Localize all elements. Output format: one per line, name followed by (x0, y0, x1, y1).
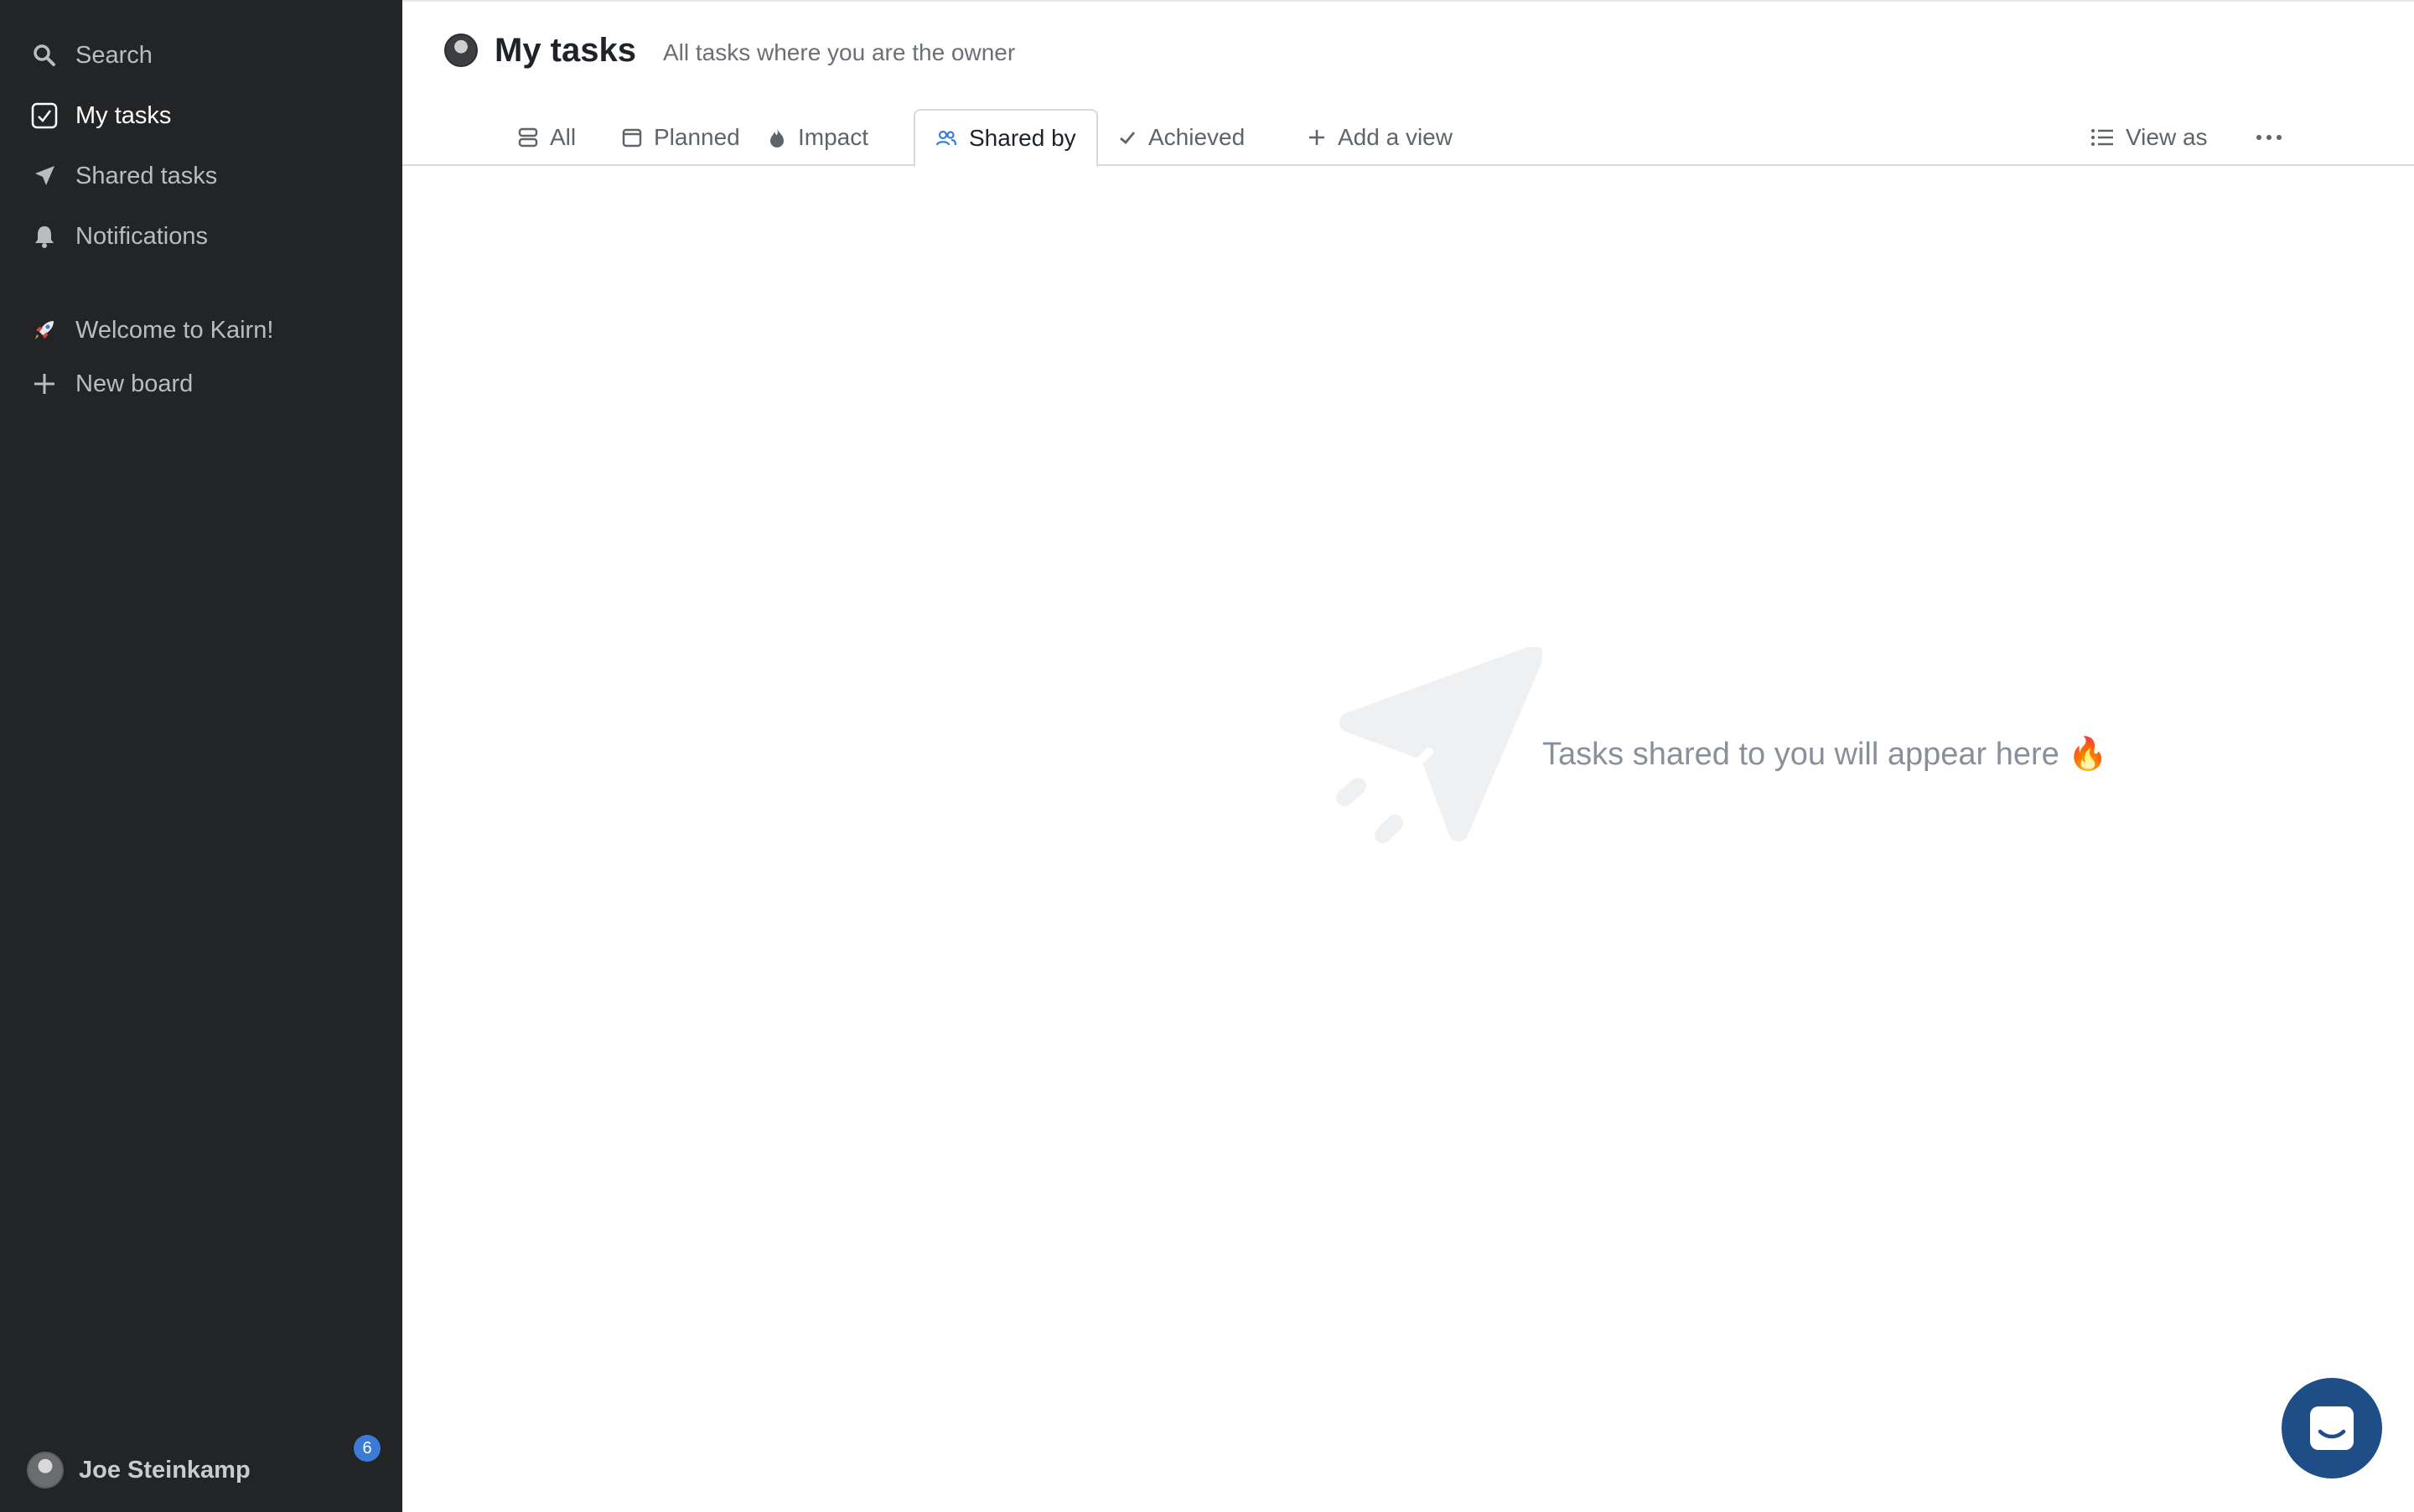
board-welcome[interactable]: Welcome to Kairn! (30, 307, 273, 354)
chat-icon (2310, 1406, 2354, 1450)
add-view-button[interactable]: Add a view (1287, 109, 1473, 166)
sidebar-item-label: My tasks (75, 101, 172, 129)
board-label: Welcome to Kairn! (75, 316, 274, 344)
users-icon (935, 129, 957, 148)
search-icon (30, 41, 59, 70)
tab-achieved[interactable]: Achieved (1098, 109, 1265, 166)
view-as-button[interactable]: View as (2070, 109, 2228, 166)
page-title: My tasks (495, 31, 636, 69)
sidebar-item-shared-tasks[interactable]: Shared tasks (30, 153, 217, 199)
tab-label: Impact (798, 124, 869, 150)
paper-plane-illustration (1336, 647, 1542, 843)
board-label: New board (75, 370, 194, 397)
tab-label: Planned (654, 124, 740, 150)
sidebar-item-label: Search (75, 41, 153, 69)
user-profile[interactable]: Joe Steinkamp (27, 1447, 251, 1494)
checkbox-icon (30, 101, 59, 130)
paper-plane-icon (30, 162, 59, 190)
sidebar-item-label: Notifications (75, 222, 208, 250)
tab-label: Add a view (1338, 124, 1453, 150)
check-icon (1118, 128, 1137, 147)
tab-all[interactable]: All (498, 109, 596, 166)
tab-label: Achieved (1148, 124, 1246, 150)
main-content: My tasks All tasks where you are the own… (402, 0, 2414, 1512)
page-subtitle: All tasks where you are the owner (662, 39, 1016, 65)
sidebar-item-my-tasks[interactable]: My tasks (30, 92, 171, 139)
ellipsis-icon (2255, 133, 2283, 142)
stack-icon (518, 127, 538, 148)
sidebar-item-notifications[interactable]: Notifications (30, 213, 208, 260)
page-header: My tasks All tasks where you are the own… (444, 25, 1015, 75)
tab-shared-by[interactable]: Shared by (914, 109, 1098, 168)
notification-badge: 6 (354, 1435, 381, 1462)
chat-support-button[interactable] (2282, 1378, 2382, 1478)
new-board-button[interactable]: New board (30, 360, 193, 407)
empty-state: Tasks shared to you will appear here 🔥 (1333, 647, 2108, 857)
view-as-label: View as (2126, 124, 2208, 150)
tab-impact[interactable]: Impact (748, 109, 888, 166)
sidebar-item-label: Shared tasks (75, 162, 218, 189)
empty-state-message: Tasks shared to you will appear here 🔥 (1542, 737, 2108, 772)
bell-icon (30, 222, 59, 251)
avatar (27, 1452, 64, 1489)
calendar-icon (622, 127, 642, 148)
view-tabs: All Planned Impact Shared by Achieved Ad… (402, 109, 2414, 168)
plus-icon (30, 370, 59, 398)
tab-label: All (550, 124, 577, 150)
sidebar: Search My tasks Shared tasks Notificatio… (0, 0, 402, 1512)
rocket-icon (30, 316, 59, 344)
plus-icon (1308, 128, 1326, 147)
more-options-button[interactable] (2235, 109, 2315, 166)
flame-icon (768, 127, 786, 148)
tab-planned[interactable]: Planned (602, 109, 760, 166)
tab-label: Shared by (969, 125, 1076, 151)
user-name: Joe Steinkamp (79, 1456, 251, 1484)
list-icon (2090, 127, 2114, 148)
owner-avatar (444, 34, 478, 67)
sidebar-item-search[interactable]: Search (30, 32, 153, 79)
